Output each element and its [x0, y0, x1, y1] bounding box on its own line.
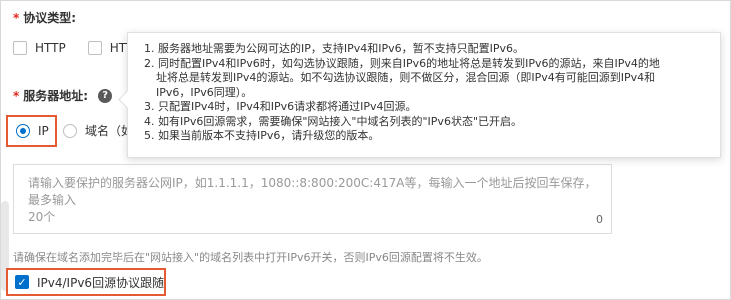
tooltip-item: 5. 如果当前版本不支持IPv6，请升级您的版本。 [144, 129, 380, 142]
radio-domain[interactable]: 域名（如 [63, 122, 133, 139]
protocol-label-text: 协议类型: [23, 11, 77, 25]
help-tooltip: 1. 服务器地址需要为公网可达的IP，支持IPv4和IPv6，暂不支持只配置IP… [127, 32, 721, 158]
textarea-placeholder-cont: 20个 [28, 210, 56, 224]
radio-label: IP [38, 124, 49, 138]
server-address-label-text: 服务器地址: [23, 89, 89, 103]
question-circle-icon[interactable]: ? [98, 88, 113, 103]
form-panel: *协议类型: HTTP HTTPS *服务器地址: ? IP 域名（如 请输入要… [0, 0, 731, 300]
tooltip-item: 址将总是转发到IPv4的源站。如不勾选协议跟随，则不做区分，混合回源（即IPv4… [156, 71, 656, 84]
protocol-follow-checkbox[interactable]: ✓ IPv4/IPv6回源协议跟随 [6, 268, 166, 296]
tooltip-item: 1. 服务器地址需要为公网可达的IP，支持IPv4和IPv6，暂不支持只配置IP… [144, 42, 525, 55]
textarea-placeholder: 请输入要保护的服务器公网IP，如1.1.1.1，1080::8:800:200C… [28, 176, 597, 207]
check-icon[interactable]: ✓ [15, 275, 29, 289]
checkbox-label: HTTP [35, 41, 66, 55]
radio-button[interactable] [63, 123, 77, 138]
tooltip-list: 1. 服务器地址需要为公网可达的IP，支持IPv4和IPv6，暂不支持只配置IP… [144, 42, 708, 144]
tooltip-item: 4. 如有IPv6回源需求，需要确保"网站接入"中域名列表的"IPv6状态"已开… [144, 114, 522, 128]
char-count: 0 [596, 213, 603, 226]
required-mark: * [13, 88, 20, 103]
tooltip-item: IPv6，IPv6同理）。 [156, 85, 253, 99]
server-address-textarea[interactable]: 请输入要保护的服务器公网IP，如1.1.1.1，1080::8:800:200C… [13, 164, 612, 234]
tooltip-item: 3. 只配置IPv4时，IPv4和IPv6请求都将通过IPv4回源。 [144, 100, 417, 113]
radio-label: 域名（如 [85, 124, 134, 138]
checkbox-box[interactable] [87, 41, 102, 55]
server-address-label: * 服务器地址: ? [13, 87, 113, 104]
http-checkbox[interactable]: HTTP [13, 41, 66, 55]
protocol-label: * 协议类型: [13, 9, 76, 26]
tooltip-item: 2. 同时配置IPv4和IPv6时，如勾选协议跟随，则来自IPv6的地址将总是转… [144, 56, 660, 70]
radio-button[interactable] [16, 124, 30, 138]
checkbox-label: IPv4/IPv6回源协议跟随 [37, 275, 165, 290]
ipv6-tip-text: 请确保在域名添加完毕后在"网站接入"的域名列表中打开IPv6开关，否则IPv6回… [13, 251, 488, 264]
required-mark: * [13, 11, 20, 25]
radio-ip[interactable]: IP [6, 115, 57, 147]
checkbox-box[interactable] [13, 41, 27, 55]
